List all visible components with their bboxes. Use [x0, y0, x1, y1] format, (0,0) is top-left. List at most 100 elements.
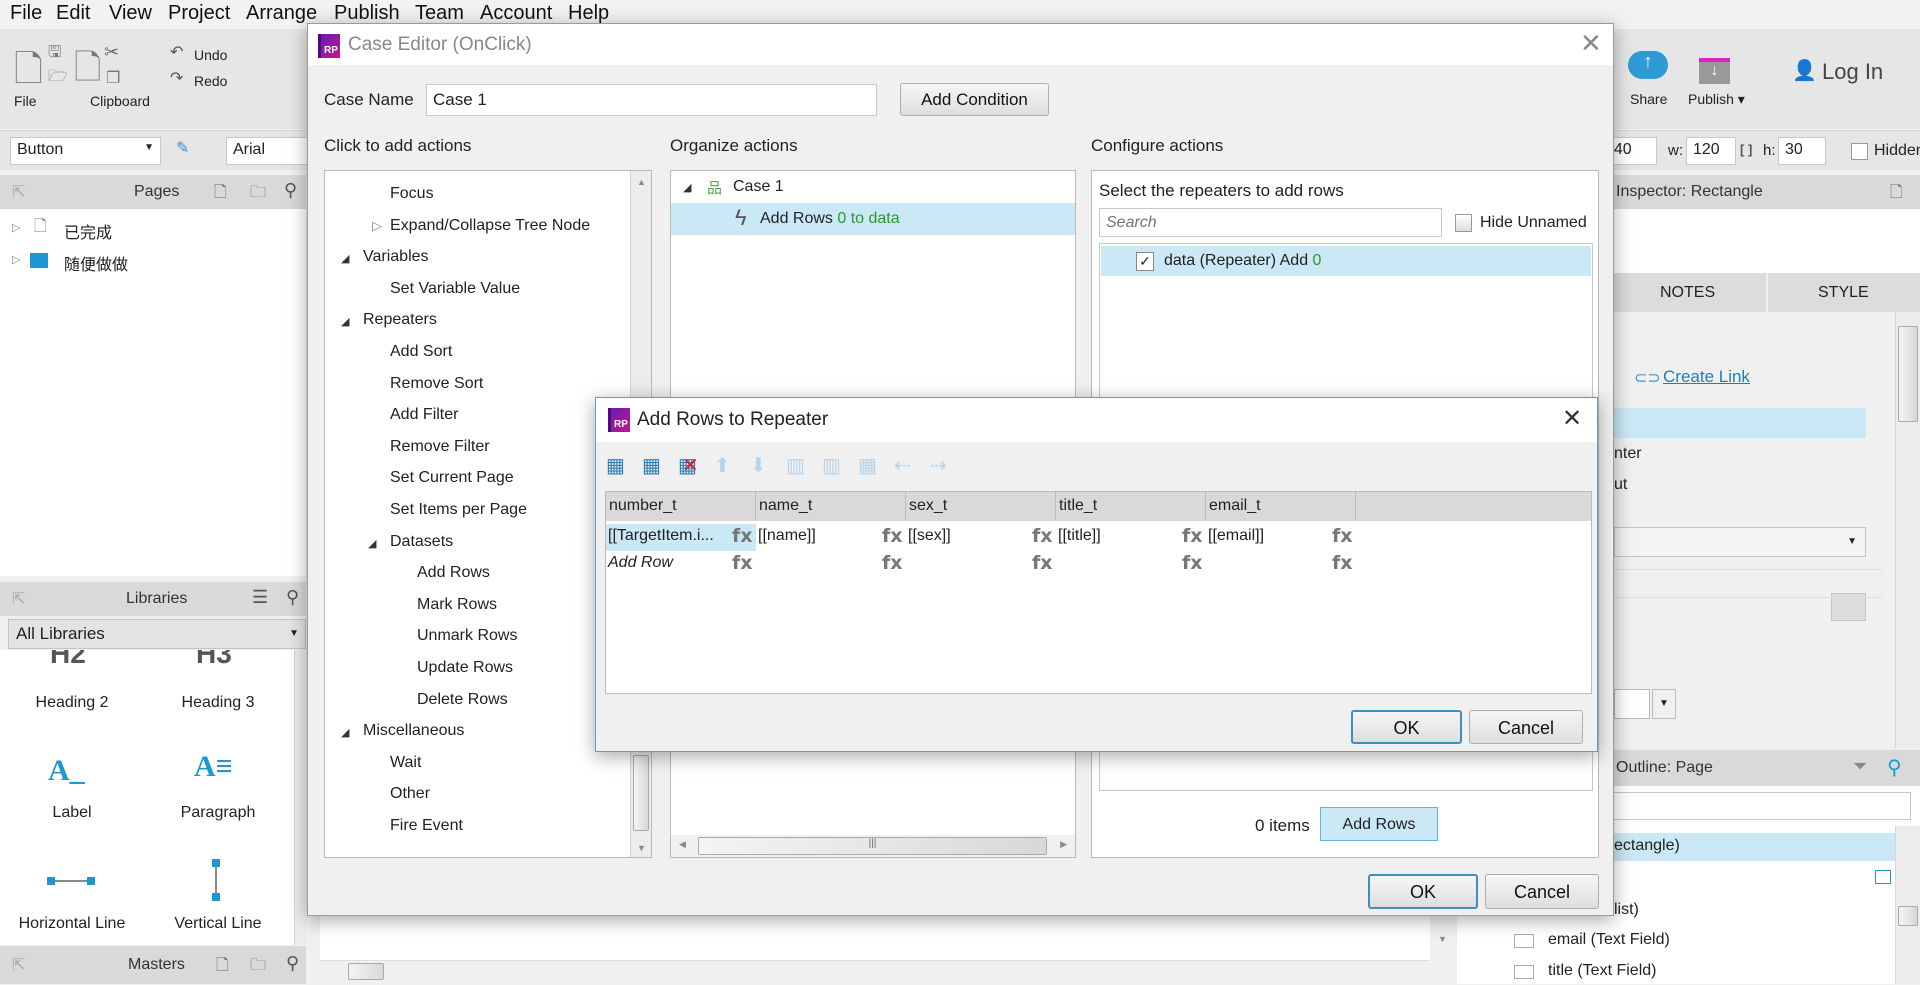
grid-cell[interactable]: [[title]]: [1056, 524, 1182, 551]
cut-icon[interactable]: ✂: [104, 43, 119, 61]
inspector-dropdown[interactable]: ▼: [1614, 527, 1866, 557]
menu-view[interactable]: View: [109, 2, 152, 25]
fx-button[interactable]: fx: [1182, 525, 1203, 547]
action-item[interactable]: Fire Event: [325, 813, 629, 841]
action-item[interactable]: ▷ Expand/Collapse Tree Node: [325, 213, 629, 241]
add-master-icon[interactable]: 🗋: [216, 954, 229, 981]
action-node-add-rows[interactable]: ϟ Add Rows 0 to data: [671, 203, 1075, 235]
action-item[interactable]: Wait: [325, 750, 629, 778]
action-item[interactable]: Set Current Page: [325, 465, 629, 493]
cancel-button[interactable]: Cancel: [1469, 710, 1583, 744]
outline-search-input[interactable]: [1605, 792, 1911, 820]
hide-unnamed-checkbox[interactable]: [1455, 214, 1472, 232]
grid-cell[interactable]: [[name]]: [756, 524, 882, 551]
action-item[interactable]: ◢ Variables: [325, 244, 629, 272]
fx-button[interactable]: fx: [1332, 525, 1353, 547]
action-item[interactable]: Other: [325, 781, 629, 809]
outline-scrollbar[interactable]: [1895, 826, 1920, 984]
redo-icon[interactable]: ↷: [170, 71, 183, 87]
action-item[interactable]: Mark Rows: [325, 592, 629, 620]
search-icon[interactable]: ⚲: [286, 953, 299, 974]
fx-button[interactable]: fx: [1032, 552, 1053, 574]
outline-item[interactable]: title (Text Field): [1514, 959, 1894, 985]
add-rows-button[interactable]: Add Rows: [1320, 807, 1438, 841]
add-page-icon[interactable]: 🗋: [214, 181, 227, 208]
save-icon[interactable]: 🖫: [48, 45, 62, 61]
insert-row-below-icon[interactable]: ▦: [642, 456, 661, 476]
chevron-down-icon[interactable]: ▼: [1652, 689, 1676, 719]
hidden-checkbox[interactable]: [1851, 143, 1868, 160]
menu-edit[interactable]: Edit: [56, 2, 90, 25]
move-left-icon[interactable]: ⇠: [894, 456, 911, 476]
open-folder-icon[interactable]: 🗁: [48, 69, 68, 85]
case-node[interactable]: ◢ 品 Case 1: [671, 171, 1075, 203]
fx-button[interactable]: fx: [732, 525, 753, 547]
library-select[interactable]: All Libraries ▼: [8, 619, 306, 649]
menu-team[interactable]: Team: [415, 2, 464, 25]
selected-row[interactable]: [1614, 408, 1866, 438]
expand-icon[interactable]: ▷: [372, 218, 382, 234]
collapse-icon[interactable]: ◢: [341, 726, 349, 739]
publish-button[interactable]: Publish ▾: [1688, 91, 1745, 108]
style-editor-icon[interactable]: ✎: [176, 141, 189, 157]
column-header[interactable]: name_t: [756, 492, 906, 521]
undock-icon[interactable]: ⇱: [12, 589, 25, 609]
visibility-icon[interactable]: [1875, 870, 1891, 884]
add-condition-button[interactable]: Add Condition: [900, 83, 1049, 116]
action-item[interactable]: Focus: [325, 181, 629, 209]
widget-label[interactable]: Label: [2, 804, 142, 822]
action-item[interactable]: Add Rows: [325, 560, 629, 588]
delete-row-icon[interactable]: ▦ ✕: [678, 456, 699, 476]
widget-heading2[interactable]: Heading 2: [2, 694, 142, 712]
action-item[interactable]: Delete Rows: [325, 687, 629, 715]
library-scrollbar[interactable]: [294, 650, 306, 945]
repeater-search-input[interactable]: [1099, 208, 1442, 237]
add-folder-icon[interactable]: 🗀: [250, 954, 266, 981]
widget-heading3[interactable]: Heading 3: [148, 694, 288, 712]
publish-icon[interactable]: ↓: [1699, 58, 1730, 84]
tab-notes[interactable]: NOTES: [1660, 284, 1715, 302]
collapse-icon[interactable]: ◢: [341, 252, 349, 265]
case-name-input[interactable]: Case 1: [426, 84, 877, 116]
inspector-scrollbar[interactable]: [1895, 312, 1920, 748]
grid-cell[interactable]: [[email]]: [1206, 524, 1332, 551]
menu-file[interactable]: File: [10, 2, 42, 25]
copy-icon[interactable]: ❐: [106, 71, 120, 87]
widget-paragraph[interactable]: Paragraph: [148, 804, 288, 822]
create-link[interactable]: Create Link: [1663, 367, 1750, 387]
menu-publish[interactable]: Publish: [334, 2, 400, 25]
height-input[interactable]: 30: [1778, 137, 1826, 165]
action-item[interactable]: Update Rows: [325, 655, 629, 683]
canvas-h-scrollbar[interactable]: [320, 960, 1430, 982]
menu-arrange[interactable]: Arrange: [246, 2, 317, 25]
column-header[interactable]: number_t: [606, 492, 756, 521]
fx-button[interactable]: fx: [882, 525, 903, 547]
fx-button[interactable]: fx: [882, 552, 903, 574]
action-item[interactable]: Set Variable Value: [325, 276, 629, 304]
action-item[interactable]: Unmark Rows: [325, 623, 629, 651]
login-button[interactable]: Log In: [1822, 59, 1883, 85]
cancel-button[interactable]: Cancel: [1485, 874, 1599, 909]
column-header[interactable]: title_t: [1056, 492, 1206, 521]
action-item[interactable]: ◢ Miscellaneous: [325, 718, 629, 746]
share-button[interactable]: Share: [1630, 91, 1667, 107]
widget-type-select[interactable]: Button ▼: [10, 137, 161, 165]
canvas-v-scrollbar[interactable]: ▼: [1432, 916, 1454, 984]
page-icon[interactable]: 🗋: [1890, 181, 1903, 208]
ok-button[interactable]: OK: [1351, 710, 1462, 744]
search-icon[interactable]: ⚲: [1887, 755, 1902, 780]
add-folder-icon[interactable]: 🗀: [250, 181, 266, 208]
folder-item[interactable]: ▷ 随便做做: [12, 247, 302, 274]
action-item[interactable]: ◢ Repeaters: [325, 307, 629, 335]
menu-icon[interactable]: ☰: [252, 587, 268, 608]
fx-button[interactable]: fx: [732, 552, 753, 574]
repeater-item[interactable]: ✓ data (Repeater) Add 0: [1101, 246, 1591, 276]
fx-button[interactable]: fx: [1032, 525, 1053, 547]
move-right-icon[interactable]: ⇢: [930, 456, 947, 476]
filter-icon[interactable]: ⏷: [1853, 756, 1867, 777]
grid-cell[interactable]: [[sex]]: [906, 524, 1032, 551]
insert-column-right-icon[interactable]: ▥: [822, 456, 841, 476]
search-icon[interactable]: ⚲: [284, 180, 297, 201]
menu-account[interactable]: Account: [480, 2, 552, 25]
collapse-icon[interactable]: ◢: [341, 315, 349, 328]
